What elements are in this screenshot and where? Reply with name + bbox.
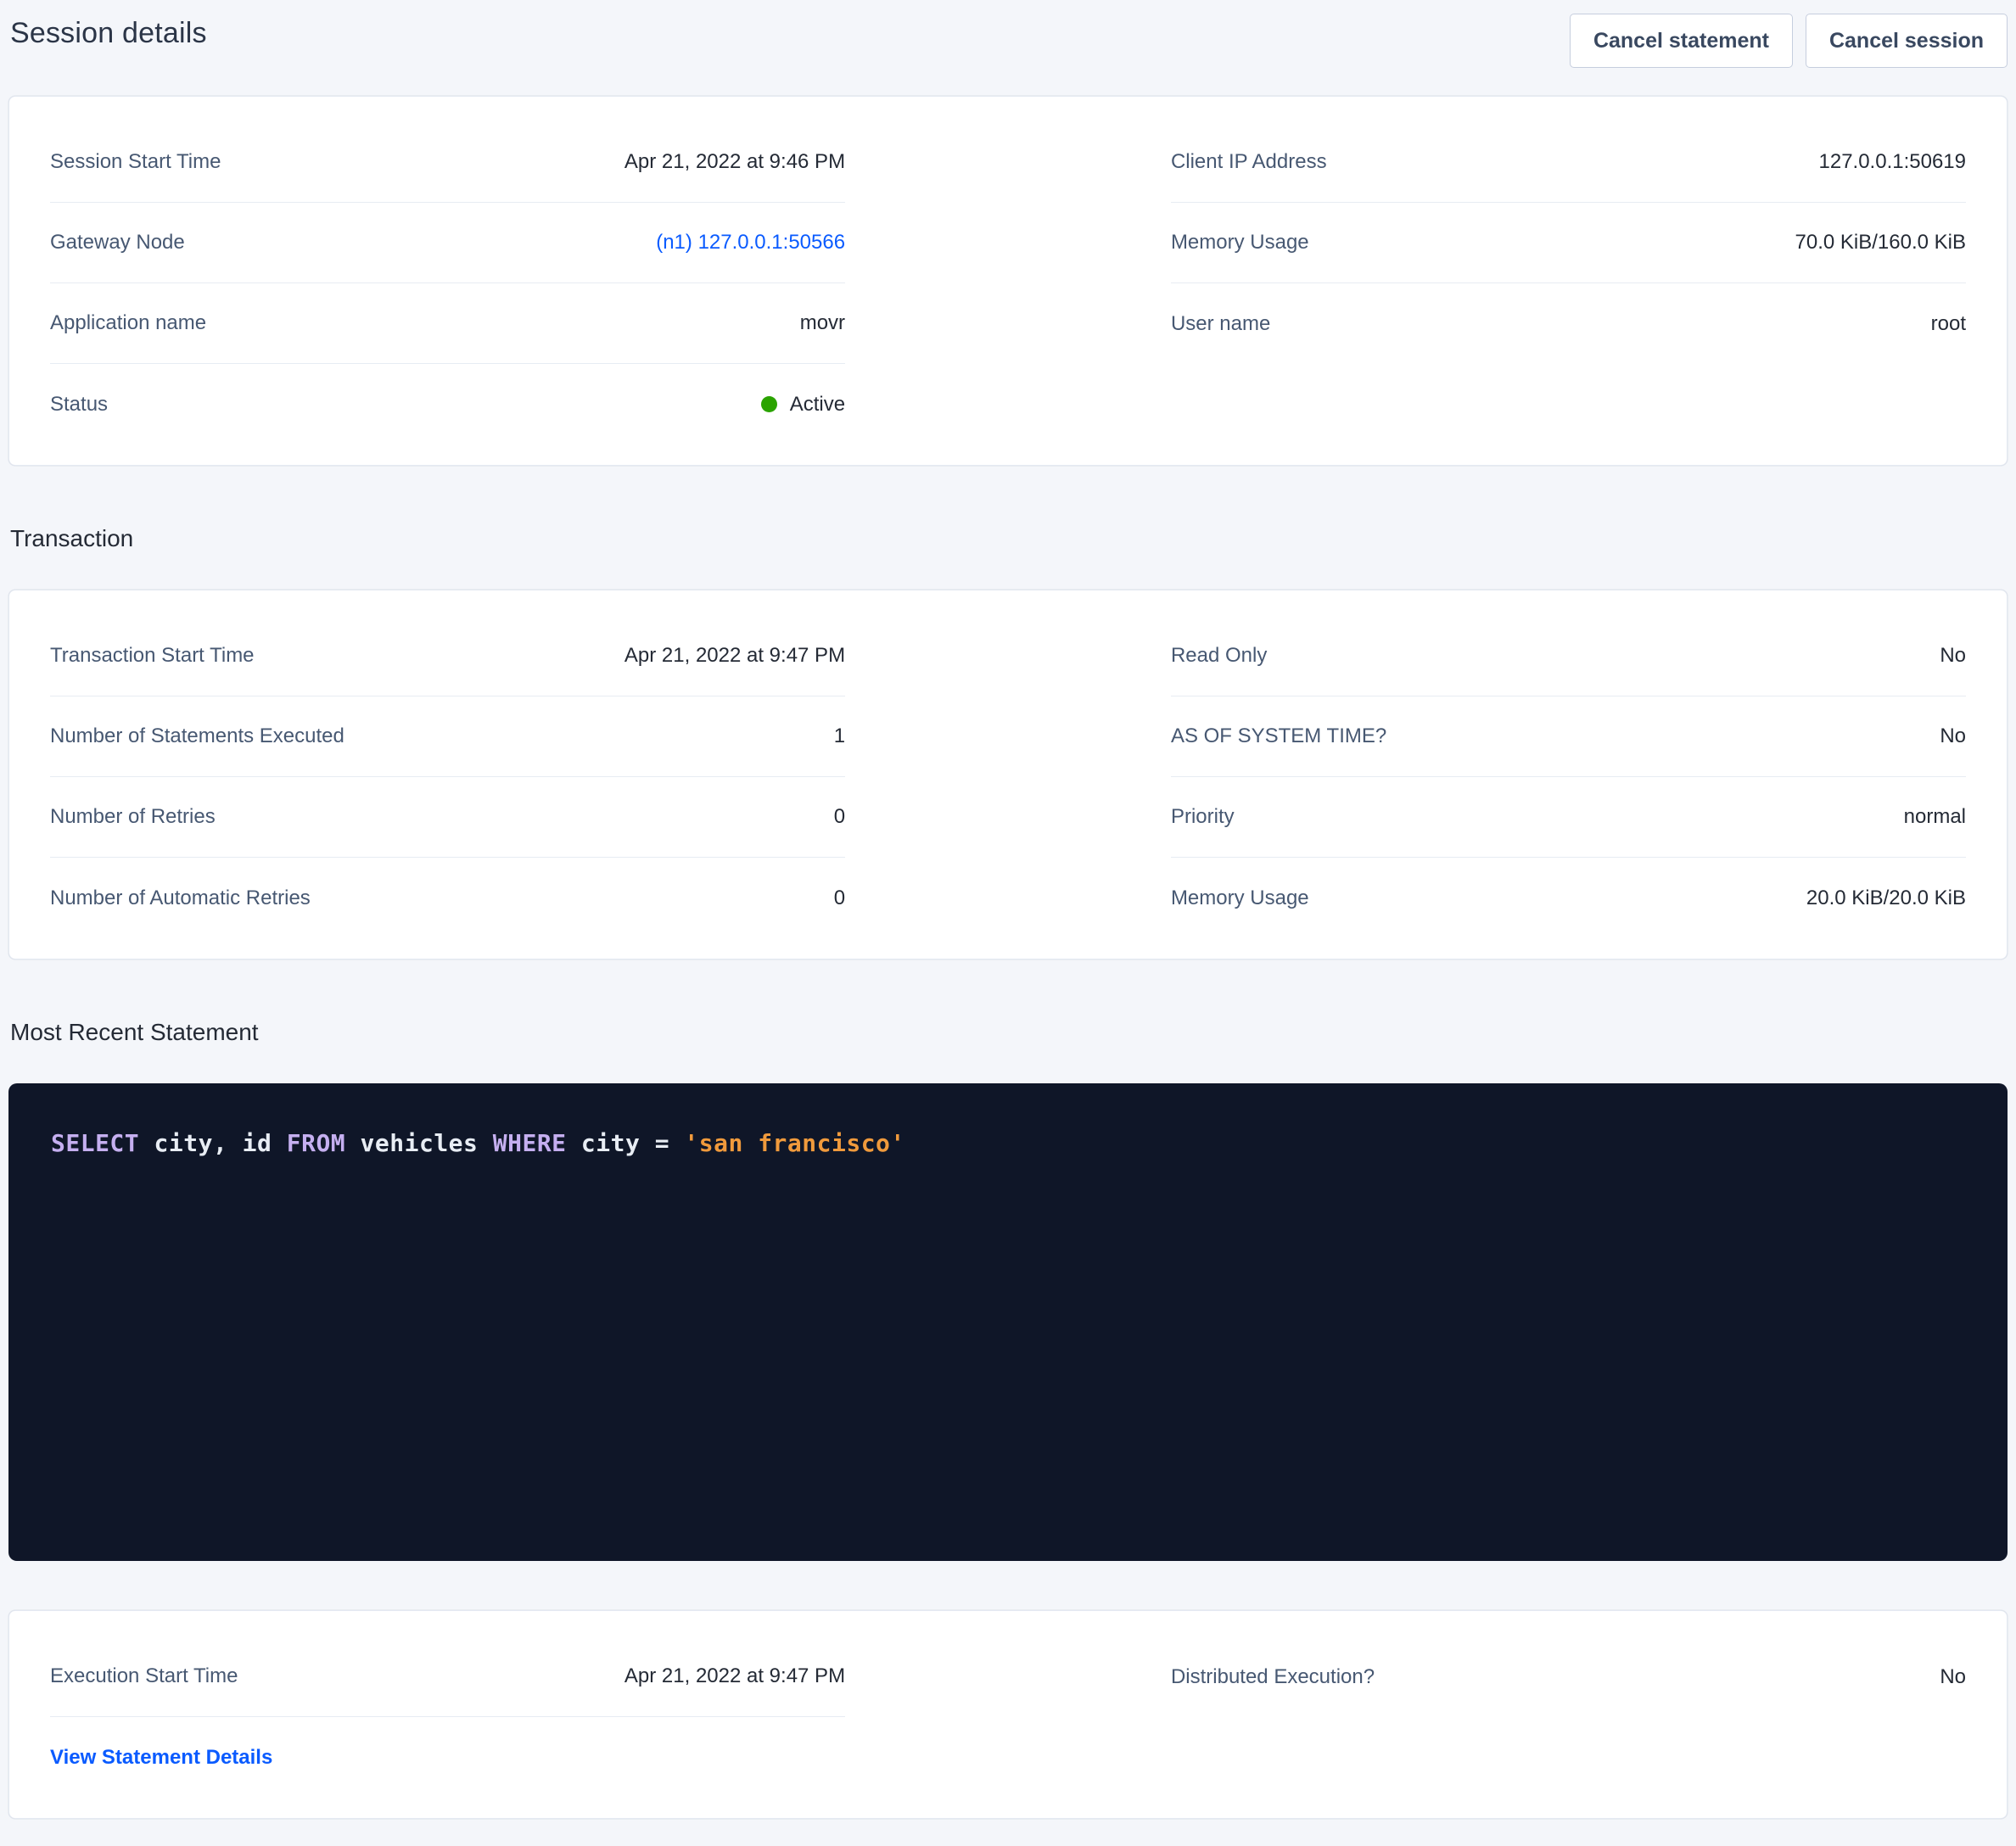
row-label: Gateway Node bbox=[50, 231, 185, 255]
row-label: User name bbox=[1171, 312, 1270, 336]
transaction-left-column: Transaction Start Time Apr 21, 2022 at 9… bbox=[50, 616, 845, 938]
session-details-page: Session details Cancel statement Cancel … bbox=[0, 0, 2016, 1819]
row-label: Execution Start Time bbox=[50, 1664, 238, 1688]
row-label: Application name bbox=[50, 311, 206, 335]
row-label: Session Start Time bbox=[50, 150, 221, 174]
row-value: 127.0.0.1:50619 bbox=[1819, 150, 1967, 174]
priority-row: Priority normal bbox=[1171, 777, 1966, 858]
status-badge: Active bbox=[761, 393, 845, 417]
row-label: Number of Statements Executed bbox=[50, 724, 344, 748]
statement-heading: Most Recent Statement bbox=[10, 1019, 2008, 1046]
application-name-row: Application name movr bbox=[50, 283, 845, 364]
execution-start-time-row: Execution Start Time Apr 21, 2022 at 9:4… bbox=[50, 1636, 845, 1717]
session-memory-usage-row: Memory Usage 70.0 KiB/160.0 KiB bbox=[1171, 203, 1966, 283]
row-label: Number of Retries bbox=[50, 805, 216, 829]
sql-statement-box: SELECT city, id FROM vehicles WHERE city… bbox=[8, 1083, 2008, 1561]
row-label: Number of Automatic Retries bbox=[50, 887, 311, 910]
status-text: Active bbox=[790, 393, 845, 417]
execution-right-column: Distributed Execution? No bbox=[1171, 1636, 1966, 1798]
session-start-time-row: Session Start Time Apr 21, 2022 at 9:46 … bbox=[50, 122, 845, 203]
row-label: Memory Usage bbox=[1171, 231, 1309, 255]
automatic-retries-row: Number of Automatic Retries 0 bbox=[50, 858, 845, 938]
row-value: Apr 21, 2022 at 9:47 PM bbox=[624, 644, 845, 668]
view-statement-details-row: View Statement Details bbox=[50, 1717, 845, 1798]
row-value: 0 bbox=[834, 805, 845, 829]
status-active-dot-icon bbox=[761, 396, 777, 412]
row-label: Priority bbox=[1171, 805, 1235, 829]
transaction-memory-usage-row: Memory Usage 20.0 KiB/20.0 KiB bbox=[1171, 858, 1966, 938]
row-value: Apr 21, 2022 at 9:46 PM bbox=[624, 150, 845, 174]
row-value: No bbox=[1940, 644, 1966, 668]
view-statement-details-link[interactable]: View Statement Details bbox=[50, 1746, 272, 1770]
row-value: root bbox=[1931, 312, 1966, 336]
transaction-start-time-row: Transaction Start Time Apr 21, 2022 at 9… bbox=[50, 616, 845, 696]
page-header: Session details Cancel statement Cancel … bbox=[8, 14, 2008, 68]
status-row: Status Active bbox=[50, 364, 845, 445]
row-value: 0 bbox=[834, 887, 845, 910]
sql-text: city = bbox=[567, 1129, 685, 1157]
sql-keyword: SELECT bbox=[51, 1129, 139, 1157]
client-ip-row: Client IP Address 127.0.0.1:50619 bbox=[1171, 122, 1966, 203]
session-summary-right-column: Client IP Address 127.0.0.1:50619 Memory… bbox=[1171, 122, 1966, 445]
row-value: Apr 21, 2022 at 9:47 PM bbox=[624, 1664, 845, 1688]
row-label: AS OF SYSTEM TIME? bbox=[1171, 724, 1386, 748]
row-value: movr bbox=[800, 311, 845, 335]
row-value: No bbox=[1940, 1665, 1966, 1689]
sql-keyword: FROM bbox=[287, 1129, 345, 1157]
row-value: 70.0 KiB/160.0 KiB bbox=[1795, 231, 1966, 255]
row-value: 20.0 KiB/20.0 KiB bbox=[1806, 887, 1966, 910]
execution-card: Execution Start Time Apr 21, 2022 at 9:4… bbox=[8, 1610, 2008, 1819]
gateway-node-link[interactable]: (n1) 127.0.0.1:50566 bbox=[656, 231, 845, 255]
sql-keyword: WHERE bbox=[493, 1129, 567, 1157]
row-label: Memory Usage bbox=[1171, 887, 1309, 910]
user-name-row: User name root bbox=[1171, 283, 1966, 364]
row-value: normal bbox=[1904, 805, 1966, 829]
row-label: Client IP Address bbox=[1171, 150, 1327, 174]
sql-text: city, id bbox=[139, 1129, 287, 1157]
sql-statement-text: SELECT city, id FROM vehicles WHERE city… bbox=[51, 1129, 1965, 1157]
row-value: No bbox=[1940, 724, 1966, 748]
session-summary-card: Session Start Time Apr 21, 2022 at 9:46 … bbox=[8, 96, 2008, 466]
row-label: Status bbox=[50, 393, 108, 417]
execution-left-column: Execution Start Time Apr 21, 2022 at 9:4… bbox=[50, 1636, 845, 1798]
row-label: Transaction Start Time bbox=[50, 644, 255, 668]
cancel-session-button[interactable]: Cancel session bbox=[1806, 14, 2008, 68]
page-title: Session details bbox=[10, 17, 207, 50]
sql-text: vehicles bbox=[345, 1129, 493, 1157]
cancel-statement-button[interactable]: Cancel statement bbox=[1570, 14, 1793, 68]
retries-row: Number of Retries 0 bbox=[50, 777, 845, 858]
row-value: 1 bbox=[834, 724, 845, 748]
sql-string-literal: 'san francisco' bbox=[684, 1129, 904, 1157]
row-label: Read Only bbox=[1171, 644, 1267, 668]
row-label: Distributed Execution? bbox=[1171, 1665, 1375, 1689]
read-only-row: Read Only No bbox=[1171, 616, 1966, 696]
statements-executed-row: Number of Statements Executed 1 bbox=[50, 696, 845, 777]
transaction-card: Transaction Start Time Apr 21, 2022 at 9… bbox=[8, 590, 2008, 959]
gateway-node-row: Gateway Node (n1) 127.0.0.1:50566 bbox=[50, 203, 845, 283]
as-of-system-time-row: AS OF SYSTEM TIME? No bbox=[1171, 696, 1966, 777]
header-actions: Cancel statement Cancel session bbox=[1570, 14, 2008, 68]
transaction-heading: Transaction bbox=[10, 525, 2008, 552]
transaction-right-column: Read Only No AS OF SYSTEM TIME? No Prior… bbox=[1171, 616, 1966, 938]
session-summary-left-column: Session Start Time Apr 21, 2022 at 9:46 … bbox=[50, 122, 845, 445]
distributed-execution-row: Distributed Execution? No bbox=[1171, 1636, 1966, 1717]
